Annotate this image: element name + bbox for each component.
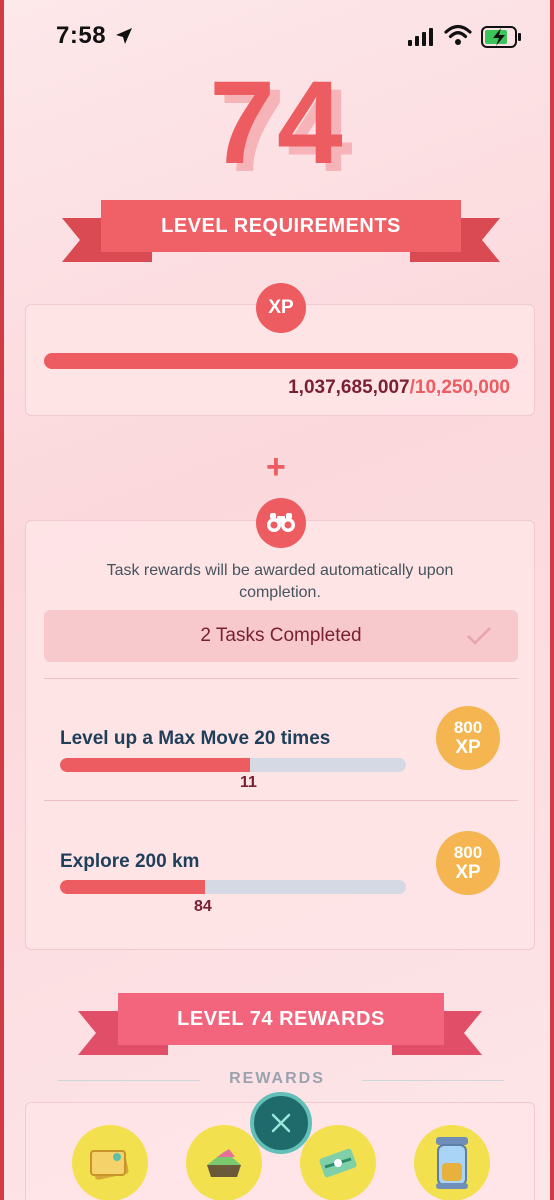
level-requirements-title: LEVEL REQUIREMENTS	[101, 200, 461, 252]
task-progress-fill	[60, 758, 251, 772]
poffin-icon[interactable]	[186, 1125, 262, 1200]
task-progress-value: 11	[240, 774, 257, 791]
status-time: 7:58	[56, 22, 107, 49]
task-progress-value: 84	[194, 898, 212, 915]
rocket-radar-icon[interactable]	[300, 1125, 376, 1200]
max-particle-pack-icon[interactable]	[414, 1125, 490, 1200]
level-requirements-banner: LEVEL REQUIREMENTS	[4, 200, 550, 270]
task-reward-badge: 800 XP	[436, 831, 500, 895]
wifi-icon	[444, 24, 472, 45]
tasks-completed-label: 2 Tasks Completed	[200, 625, 362, 646]
level-rewards-banner: LEVEL 74 REWARDS	[4, 993, 550, 1063]
task-title: Level up a Max Move 20 times	[60, 728, 331, 749]
task-divider	[44, 678, 518, 679]
close-button[interactable]	[250, 1092, 312, 1154]
task-reward-badge: 800 XP	[436, 706, 500, 770]
task-reward-amount: 800	[453, 718, 483, 737]
xp-progress-bar	[44, 353, 518, 369]
premium-battle-pass-icon[interactable]	[72, 1125, 148, 1200]
task-title: Explore 200 km	[60, 851, 200, 872]
level-number: 74	[209, 57, 345, 189]
rewards-label: REWARDS	[229, 1070, 325, 1087]
tasks-completed-toggle[interactable]: 2 Tasks Completed	[44, 610, 518, 662]
plus-icon: +	[266, 448, 286, 486]
rewards-divider-right	[362, 1080, 504, 1081]
xp-badge: XP	[256, 283, 306, 333]
close-icon	[271, 1113, 291, 1133]
task-reward-unit: XP	[455, 862, 481, 883]
task-rewards-note: Task rewards will be awarded automatical…	[106, 562, 454, 601]
task-reward-amount: 800	[453, 843, 483, 862]
screen: 7:58 74 LEVEL REQUIREMENTS XP 1,037,685,…	[0, 0, 554, 1200]
cellular-signal-icon	[408, 28, 433, 46]
task-progress-bar	[60, 758, 406, 772]
binoculars-icon	[256, 498, 306, 548]
task-progress-fill	[60, 880, 206, 894]
task-divider	[44, 800, 518, 801]
xp-required: 10,250,000	[414, 377, 510, 398]
battery-charging-icon	[481, 26, 521, 48]
check-icon	[467, 627, 491, 645]
level-rewards-title: LEVEL 74 REWARDS	[118, 993, 444, 1045]
xp-current: 1,037,685,007	[288, 377, 410, 398]
xp-progress-text: 1,037,685,007/10,250,000	[288, 377, 510, 399]
task-progress-bar	[60, 880, 406, 894]
task-reward-unit: XP	[455, 737, 481, 758]
location-arrow-icon	[116, 28, 132, 44]
